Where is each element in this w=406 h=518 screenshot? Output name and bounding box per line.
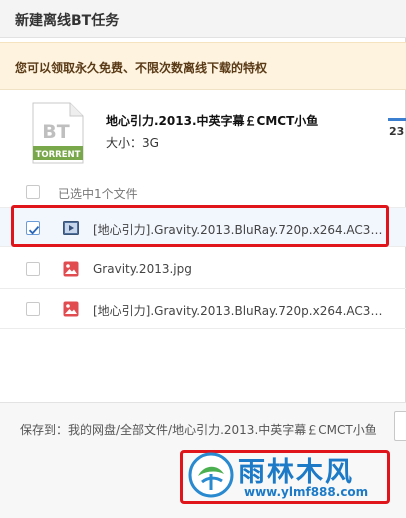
select-all-row[interactable]: 已选中1个文件 (0, 180, 406, 204)
checkmark-icon (28, 226, 40, 235)
new-bt-task-dialog: 新建离线BT任务 您可以领取永久免费、不限次数离线下载的特权 BT TORREN… (0, 0, 406, 518)
selected-count-label: 已选中1个文件 (58, 187, 138, 201)
watermark-url: www.ylmf888.com (244, 485, 369, 499)
bt-icon-label: BT (42, 121, 69, 143)
file-row[interactable]: [地心引力].Gravity.2013.BluRay.720p.x264.AC3… (0, 207, 406, 247)
ylmf-logo-icon (188, 452, 234, 498)
bt-torrent-icon: BT TORRENT (32, 102, 84, 164)
image-file-icon (63, 261, 79, 277)
file-checkbox[interactable] (26, 221, 40, 235)
promo-banner-text: 您可以领取永久免费、不限次数离线下载的特权 (15, 61, 268, 75)
promo-banner[interactable]: 您可以领取永久免费、不限次数离线下载的特权 (0, 42, 406, 90)
file-checkbox[interactable] (26, 262, 40, 276)
torrent-name: 地心引力.2013.中英字幕￡CMCT小鱼 (106, 114, 319, 128)
change-location-button[interactable] (394, 411, 406, 441)
image-file-icon (63, 301, 79, 317)
video-file-icon (63, 221, 79, 235)
save-location[interactable]: 保存到：我的网盘/全部文件/地心引力.2013.中英字幕￡CMCT小鱼 (20, 421, 377, 438)
torrent-info: BT TORRENT 地心引力.2013.中英字幕￡CMCT小鱼 大小：3G 2… (0, 96, 406, 174)
file-name: [地心引力].Gravity.2013.BluRay.720p.x264.AC3… (93, 223, 385, 237)
file-name: [地心引力].Gravity.2013.BluRay.720p.x264.AC3… (93, 304, 385, 318)
file-row[interactable]: [地心引力].Gravity.2013.BluRay.720p.x264.AC3… (0, 289, 406, 329)
progress-bar (388, 118, 406, 121)
file-name: Gravity.2013.jpg (93, 262, 192, 276)
progress-text: 23 (389, 125, 405, 138)
file-checkbox[interactable] (26, 302, 40, 316)
file-row[interactable]: Gravity.2013.jpg (0, 249, 406, 289)
torrent-icon-label: TORRENT (36, 150, 81, 160)
select-all-checkbox[interactable] (26, 185, 40, 199)
torrent-size: 大小：3G (106, 136, 159, 150)
watermark-title: 雨林木风 (238, 457, 354, 488)
dialog-titlebar: 新建离线BT任务 (0, 0, 406, 38)
dialog-title: 新建离线BT任务 (15, 13, 120, 29)
